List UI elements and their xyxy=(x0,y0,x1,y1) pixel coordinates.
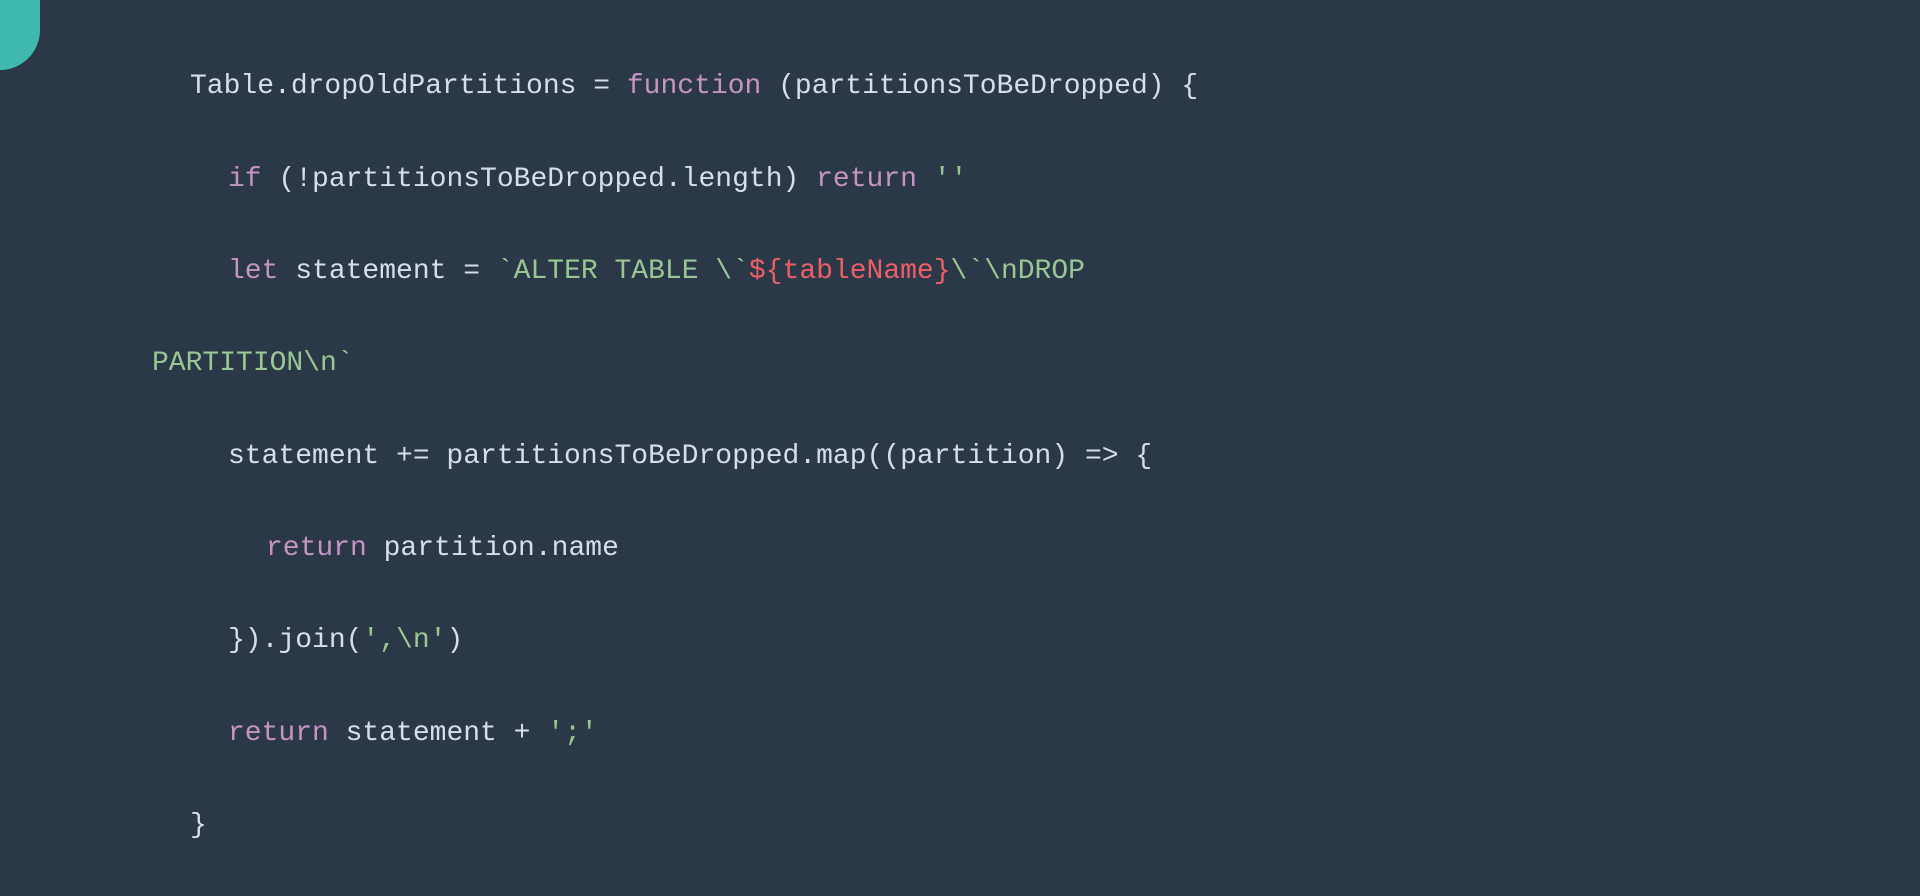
code-line: Table.dropOldPartitions = function (part… xyxy=(190,64,1920,110)
code-token: partition.name xyxy=(367,533,619,564)
code-block: Table.dropOldPartitions = function (part… xyxy=(0,0,1920,896)
code-token: statement = xyxy=(278,256,496,287)
code-token-keyword: return xyxy=(228,718,329,749)
code-token: (partitionsToBeDropped) { xyxy=(761,71,1198,102)
code-token: statement += partitionsToBeDropped.map((… xyxy=(228,441,1152,472)
code-token: (!partitionsToBeDropped.length) xyxy=(262,164,817,195)
code-line: return partition.name xyxy=(190,526,1920,572)
code-token-string: `ALTER TABLE \` xyxy=(497,256,749,287)
code-line: PARTITION\n` xyxy=(152,341,1920,387)
code-token-string: PARTITION\n` xyxy=(152,348,354,379)
code-line: statement += partitionsToBeDropped.map((… xyxy=(190,434,1920,480)
code-token-keyword: let xyxy=(228,256,278,287)
code-token-interp: ${tableName} xyxy=(749,256,951,287)
code-token-keyword: function xyxy=(627,71,761,102)
code-token-string: ';' xyxy=(547,718,597,749)
code-line: if (!partitionsToBeDropped.length) retur… xyxy=(190,157,1920,203)
code-token-keyword: if xyxy=(228,164,262,195)
code-token: statement + xyxy=(329,718,547,749)
code-token-string: \`\nDROP xyxy=(951,256,1102,287)
code-token-keyword: return xyxy=(816,164,917,195)
code-token-string: '' xyxy=(934,164,968,195)
code-token-string: ',\n' xyxy=(362,625,446,656)
code-token: }).join( xyxy=(228,625,362,656)
code-line: } xyxy=(190,803,1920,849)
code-line: }).join(',\n') xyxy=(190,618,1920,664)
code-line: let statement = `ALTER TABLE \`${tableNa… xyxy=(190,249,1920,295)
code-token: } xyxy=(190,810,207,841)
code-token: ) xyxy=(446,625,463,656)
code-token xyxy=(917,164,934,195)
code-line: return statement + ';' xyxy=(190,711,1920,757)
code-token-keyword: return xyxy=(266,533,367,564)
code-token: Table.dropOldPartitions = xyxy=(190,71,627,102)
